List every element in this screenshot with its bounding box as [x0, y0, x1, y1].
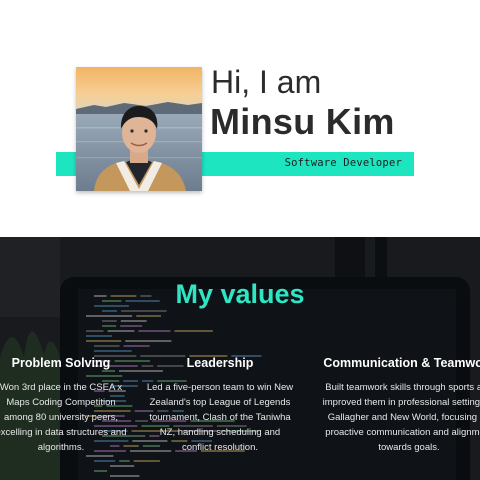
values-heading: My values	[175, 279, 305, 309]
values-section: My values Problem Solving Won 3rd place …	[0, 237, 480, 480]
value-card-problem-solving: Problem Solving Won 3rd place in the CSE…	[0, 356, 127, 455]
value-card-title: Leadership	[186, 356, 254, 370]
greeting-text: Hi, I am	[211, 64, 322, 100]
value-card-body: Led a five-person team to win New Zealan…	[146, 382, 294, 453]
value-card-leadership: Leadership Led a five-person team to win…	[145, 356, 295, 455]
role-label: Software Developer	[284, 157, 402, 169]
value-card-body: Built teamwork skills through sports and…	[322, 382, 480, 453]
profile-photo	[76, 67, 202, 191]
value-card-communication-teamwork: Communication & Teamwork Built teamwork …	[319, 356, 480, 455]
value-card-body: Won 3rd place in the CSEA x Maps Coding …	[0, 382, 127, 453]
value-card-title: Communication & Teamwork	[323, 356, 480, 370]
hero-section: Software Developer Hi, I am Minsu Kim	[0, 0, 480, 237]
value-card-title: Problem Solving	[11, 356, 111, 370]
owner-name: Minsu Kim	[210, 101, 395, 142]
